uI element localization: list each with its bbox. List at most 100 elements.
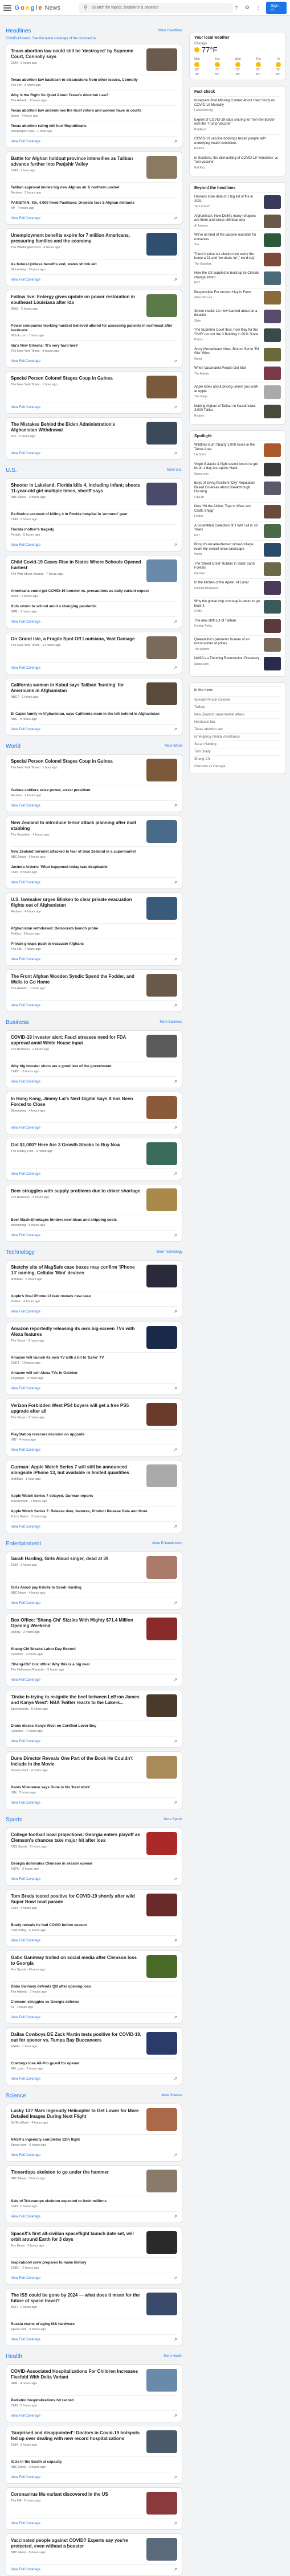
beyond-headline[interactable]: Afghanistan: New Delhi's many refugees a… — [194, 215, 260, 223]
share-icon[interactable]: ↗ — [173, 2153, 177, 2158]
related-headline[interactable]: Afghanistan withdrawal: Democrats launch… — [11, 927, 177, 931]
related-story[interactable]: Why big booster shots are a good test of… — [11, 1061, 177, 1076]
beyond-item[interactable]: How the US suppled to build up its Clima… — [194, 269, 281, 288]
story-headline[interactable]: Vaccinated people against COVID? Experts… — [11, 2538, 142, 2549]
beyond-thumbnail[interactable] — [264, 404, 281, 418]
in-news-link[interactable]: Taliban — [194, 703, 281, 711]
lead-story[interactable]: Unemployment benefits expire for 7 milli… — [11, 233, 177, 259]
spotlight-thumbnail[interactable] — [264, 581, 281, 595]
spotlight-item[interactable]: The 'Street Grind' Rubber in Salar Sand … — [194, 559, 281, 579]
related-story[interactable]: Kids return to school amid a changing pa… — [11, 601, 177, 616]
full-coverage-link[interactable]: View Full Coverage — [11, 2215, 40, 2219]
story-thumbnail[interactable] — [146, 233, 177, 256]
related-headline[interactable]: Amazon will launch its own TV with a bit… — [11, 1356, 177, 1360]
story-thumbnail[interactable] — [146, 682, 177, 705]
more-link[interactable]: More Sports — [164, 1818, 182, 1821]
story-headline[interactable]: 'Surprised and disappointed': Doctors in… — [11, 2430, 142, 2442]
related-story[interactable]: Texas abortion ruling will hurt Republic… — [11, 121, 177, 136]
story-thumbnail[interactable] — [146, 156, 177, 179]
story-headline[interactable]: Dune Director Reveals One Part of the Bo… — [11, 1756, 142, 1767]
lead-story[interactable]: Amazon reportedly releasing its own big-… — [11, 1326, 177, 1352]
lead-story[interactable]: New Zealand to introduce terror attack p… — [11, 820, 177, 846]
story-thumbnail[interactable] — [146, 636, 177, 659]
related-headline[interactable]: Girls Aloud pay tribute to Sarah Harding — [11, 1586, 177, 1590]
related-story[interactable]: Amazon will sell Alexa TVs in October En… — [11, 1368, 177, 1383]
beyond-headline[interactable]: Hackers stole data of 1 big list of the … — [194, 195, 260, 204]
share-icon[interactable]: ↗ — [173, 1800, 177, 1805]
lead-story[interactable]: 'Drake is trying to re-ignite the beef b… — [11, 1694, 177, 1721]
story-headline[interactable]: Got $1,000? Here Are 3 Growth Stocks to … — [11, 1142, 142, 1148]
related-story[interactable]: Texas abortion law backlash to discussio… — [11, 75, 177, 90]
fact_check-item[interactable]: Exploit of COVID-19 stats sharing for 'n… — [194, 115, 281, 135]
beyond-headline[interactable]: We're all tired of the vaccine mandate f… — [194, 233, 260, 242]
story-headline[interactable]: Tinnerdops skeleton to go under the hamm… — [11, 2170, 142, 2175]
story-thumbnail[interactable] — [146, 1096, 177, 1119]
spotlight-item[interactable]: Boys of Dying Resilient 'City' Reputatio… — [194, 479, 281, 502]
related-story[interactable]: Clemson struggles vs Georgia defense SI … — [11, 1997, 177, 2012]
story-thumbnail[interactable] — [146, 1326, 177, 1349]
full-coverage-link[interactable]: View Full Coverage — [11, 2154, 40, 2157]
share-icon[interactable]: ↗ — [173, 1003, 177, 1008]
more-link[interactable]: More Technology — [156, 1250, 182, 1254]
related-story[interactable]: Beer Mash-Shortages hinders new ideas an… — [11, 1215, 177, 1230]
story-thumbnail[interactable] — [146, 1556, 177, 1579]
story-headline[interactable]: In Hong Kong, Jimmy Lai's Next Digital S… — [11, 1096, 142, 1108]
section-title[interactable]: Technology — [6, 1249, 35, 1256]
beyond-item[interactable]: We're all tired of the vaccine mandate f… — [194, 231, 281, 250]
related-story[interactable]: Georgia dominates Clemson in season open… — [11, 1858, 177, 1874]
share-icon[interactable]: ↗ — [173, 2275, 177, 2281]
related-story[interactable]: Girls Aloud pay tribute to Sarah Harding… — [11, 1582, 177, 1598]
fact_check-headline[interactable]: COVID-19 vaccine bookings tested people … — [194, 137, 281, 146]
story-headline[interactable]: Box Office: 'Shang-Chi' Sizzles With Mig… — [11, 1618, 142, 1629]
full-coverage-link[interactable]: View Full Coverage — [11, 881, 40, 884]
story-thumbnail[interactable] — [146, 1694, 177, 1717]
full-coverage-link[interactable]: View Full Coverage — [11, 2338, 40, 2342]
spotlight-item[interactable]: The new shift out of Taliban Foreign Poli… — [194, 616, 281, 635]
related-headline[interactable]: Private groups push to evacuate Afghans — [11, 942, 177, 947]
lead-story[interactable]: Child Covid-19 Cases Rise in States Wher… — [11, 559, 177, 586]
beyond-headline[interactable]: Apple looks about pricing unless you wor… — [194, 385, 260, 394]
related-headline[interactable]: Power companies working hardest believed… — [11, 324, 177, 333]
related-headline[interactable]: Georgia dominates Clemson in season open… — [11, 1862, 177, 1866]
lead-story[interactable]: The Front Afghan Wooden Syndic Spend the… — [11, 974, 177, 1000]
spotlight-item[interactable]: In the kitchen of the Apollo 14 Lunar Pop… — [194, 578, 281, 597]
related-headline[interactable]: Texas abortion law backlash to discussio… — [11, 78, 177, 83]
story-thumbnail[interactable] — [146, 1403, 177, 1426]
related-headline[interactable]: Cowboys lose All-Pro guard for opener — [11, 2061, 177, 2066]
spotlight-item[interactable]: Bring it's Arcade-themed virtual college… — [194, 540, 281, 559]
spotlight-thumbnail[interactable] — [264, 505, 281, 519]
story-headline[interactable]: Special Person Colonel Stages Coup in Gu… — [11, 759, 142, 764]
related-story[interactable]: Florida mother's tragedy People · 5 hour… — [11, 524, 177, 540]
more-link[interactable]: More World — [165, 744, 182, 748]
related-story[interactable]: Power companies working hardest believed… — [11, 320, 177, 340]
story-thumbnail[interactable] — [146, 422, 177, 445]
spotlight-headline[interactable]: The 'Street Grind' Rubber in Salar Sand … — [194, 562, 260, 571]
share-icon[interactable]: ↗ — [173, 2475, 177, 2480]
lead-story[interactable]: Sketchy site of MagSafe case boxes may c… — [11, 1265, 177, 1291]
lead-story[interactable]: In Hong Kong, Jimmy Lai's Next Digital S… — [11, 1096, 177, 1122]
story-thumbnail[interactable] — [146, 1035, 177, 1057]
related-headline[interactable]: Russia warns of aging ISS hardware — [11, 2322, 177, 2327]
story-thumbnail[interactable] — [146, 2231, 177, 2254]
story-thumbnail[interactable] — [146, 1832, 177, 1855]
story-thumbnail[interactable] — [146, 759, 177, 781]
lead-story[interactable]: On Grand Isle, a Fragile Spot Off Louisi… — [11, 636, 177, 662]
beyond-thumbnail[interactable] — [264, 367, 281, 380]
story-headline[interactable]: Tom Brady tested positive for COVID-19 s… — [11, 1894, 142, 1905]
lead-story[interactable]: Special Person Colonel Stages Coup in Gu… — [11, 759, 177, 785]
fact_check-headline[interactable]: Exploit of COVID-19 stats sharing for 'n… — [194, 118, 281, 127]
google-news-logo[interactable]: Google News — [15, 5, 60, 11]
story-headline[interactable]: U.S. lawmaker urges Blinken to clear pri… — [11, 897, 142, 908]
section-title[interactable]: Science — [6, 2093, 26, 2099]
story-thumbnail[interactable] — [146, 48, 177, 71]
in-news-link[interactable]: New Zealand supermarket attack — [194, 711, 281, 718]
beyond-thumbnail[interactable] — [264, 252, 281, 266]
related-headline[interactable]: Ex-Marine accused of killing 4 in Florid… — [11, 512, 177, 517]
story-headline[interactable]: The ISS could be gone by 2024 — what doe… — [11, 2293, 142, 2304]
in-news-link[interactable]: Tom Brady — [194, 748, 281, 755]
story-thumbnail[interactable] — [146, 1142, 177, 1165]
beyond-headline[interactable]: When Vaccinated People Get Sick — [194, 367, 260, 371]
related-headline[interactable]: NASA's Ingenuity completes 12th flight — [11, 2138, 177, 2142]
full-coverage-link[interactable]: View Full Coverage — [11, 2077, 40, 2081]
related-story[interactable]: Taliban approval knows big new Afghan ai… — [11, 182, 177, 197]
